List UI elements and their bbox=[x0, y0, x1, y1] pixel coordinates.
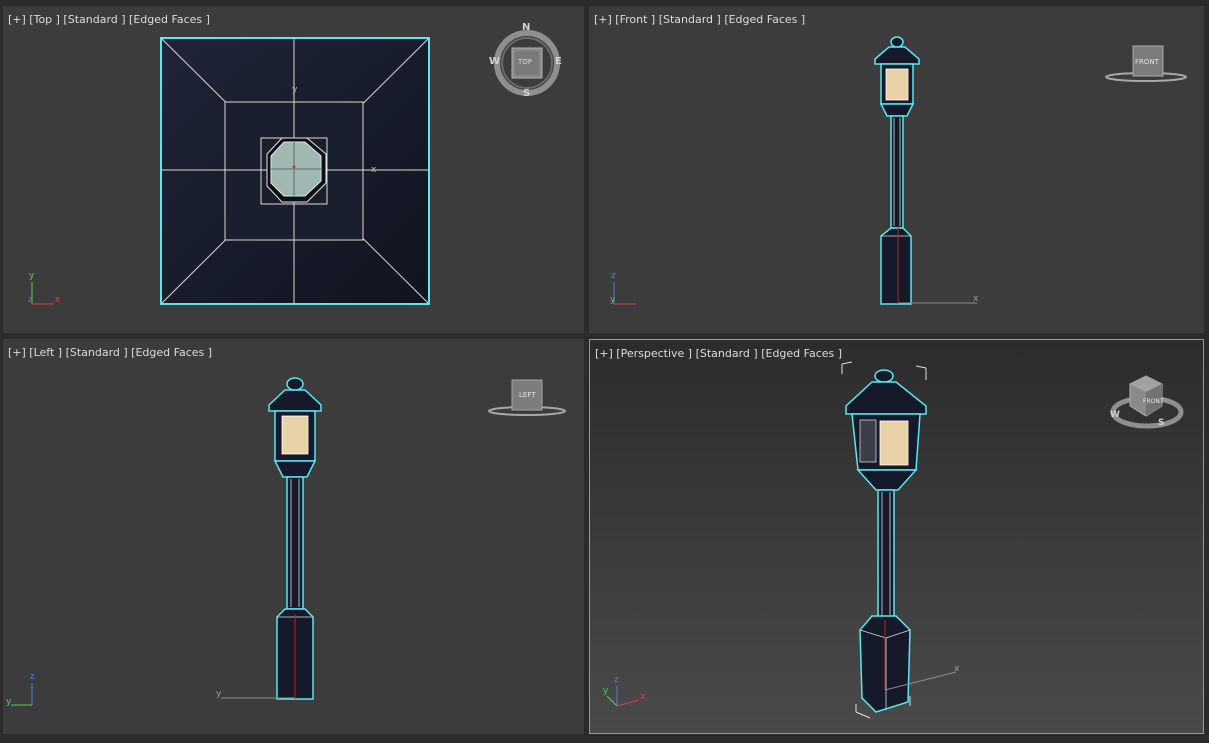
front-scene bbox=[613, 36, 1187, 305]
viewcube-face-label[interactable]: TOP bbox=[518, 58, 532, 66]
axis-label-y: y bbox=[610, 295, 616, 305]
lamp-post-front[interactable] bbox=[874, 36, 920, 305]
axis-label-x: x bbox=[55, 295, 61, 305]
axis-label-y: y bbox=[6, 697, 12, 707]
viewcube-face-label[interactable]: LEFT bbox=[519, 391, 536, 399]
viewcube-face-label[interactable]: FRONT bbox=[1143, 398, 1164, 405]
viewcube-face-label[interactable]: FRONT bbox=[1135, 58, 1159, 66]
axis-tripod bbox=[606, 686, 640, 707]
viewport-perspective[interactable]: [+] [Perspective ] [Standard ] [Edged Fa… bbox=[589, 339, 1204, 734]
axis-label-z: z bbox=[30, 672, 35, 682]
viewport-label[interactable]: [+] [Perspective ] [Standard ] [Edged Fa… bbox=[595, 347, 842, 360]
compass-w-label[interactable]: W bbox=[1110, 410, 1120, 420]
svg-text:y: y bbox=[292, 85, 298, 95]
axis-tripod bbox=[613, 282, 636, 305]
viewport-label[interactable]: [+] [Left ] [Standard ] [Edged Faces ] bbox=[8, 346, 212, 359]
axis-label-y2: y bbox=[216, 689, 222, 699]
viewport-front[interactable]: [+] [Front ] [Standard ] [Edged Faces ] … bbox=[589, 6, 1204, 333]
viewport-left[interactable]: [+] [Left ] [Standard ] [Edged Faces ] L… bbox=[3, 339, 584, 734]
axis-tripod bbox=[31, 282, 54, 305]
lamp-post-perspective[interactable] bbox=[841, 361, 927, 719]
viewport-top[interactable]: y x [+] [Top ] [Standard ] [Edged Faces … bbox=[3, 6, 584, 333]
axis-label-y: y bbox=[603, 686, 609, 696]
compass-e-label[interactable]: E bbox=[555, 56, 562, 67]
axis-label-z: z bbox=[614, 675, 619, 685]
axis-label-x-grid: x bbox=[954, 664, 960, 674]
perspective-scene bbox=[606, 361, 1184, 719]
viewport-label[interactable]: [+] [Top ] [Standard ] [Edged Faces ] bbox=[8, 13, 210, 26]
viewport-label[interactable]: [+] [Front ] [Standard ] [Edged Faces ] bbox=[594, 13, 805, 26]
compass-s-label[interactable]: S bbox=[1158, 418, 1164, 428]
compass-n-label[interactable]: N bbox=[522, 22, 530, 33]
axis-label-y: y bbox=[29, 271, 35, 281]
compass-s-label[interactable]: S bbox=[523, 88, 530, 99]
axis-label-x: x bbox=[973, 294, 979, 304]
axis-label-x: x bbox=[640, 692, 646, 702]
axis-tripod bbox=[11, 683, 33, 706]
axis-label-z: z bbox=[28, 295, 33, 305]
left-scene bbox=[11, 377, 566, 706]
svg-text:x: x bbox=[371, 165, 377, 175]
axis-label-z: z bbox=[611, 271, 616, 281]
compass-w-label[interactable]: W bbox=[489, 56, 500, 67]
